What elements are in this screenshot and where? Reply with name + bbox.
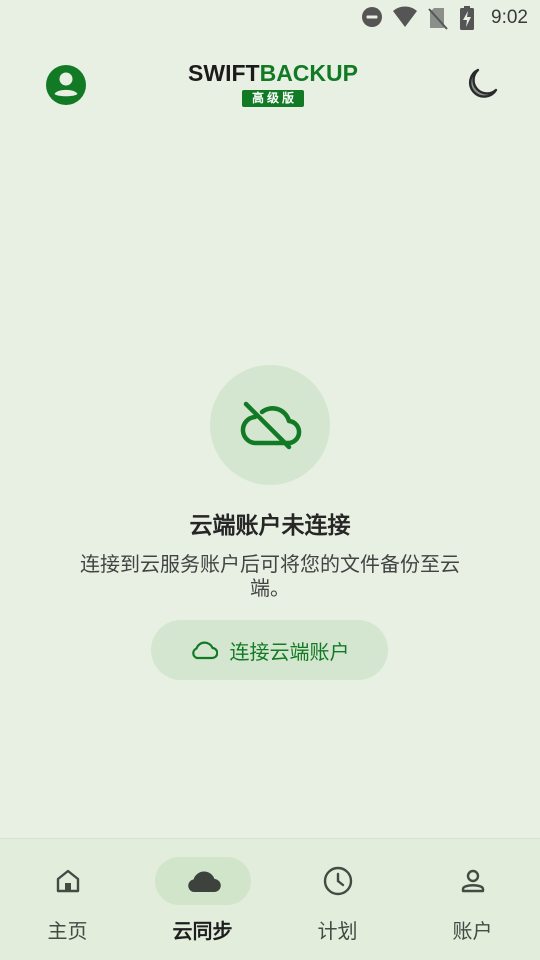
premium-badge: 高级版 [241, 90, 304, 107]
account-circle-icon [46, 65, 86, 105]
do-not-disturb-icon [361, 6, 383, 32]
empty-state-title: 云端账户未连接 [189, 513, 351, 539]
clock-icon [323, 866, 352, 896]
status-bar: 9:02 [0, 0, 540, 36]
bottom-navigation: 主页 云同步 计划 账户 [0, 838, 540, 960]
status-time: 9:02 [491, 7, 528, 28]
home-icon [56, 869, 79, 893]
nav-item-home[interactable]: 主页 [0, 839, 135, 960]
cloud-off-illustration [210, 365, 330, 485]
connect-cloud-account-button[interactable]: 连接云端账户 [151, 620, 388, 680]
theme-toggle-button[interactable] [462, 64, 502, 104]
cloud-outline-icon [191, 641, 218, 660]
nav-item-cloud-sync[interactable]: 云同步 [135, 839, 270, 960]
nav-item-account[interactable]: 账户 [405, 839, 540, 960]
nav-label-home: 主页 [47, 919, 88, 943]
app-logo: SWIFTBACKUP 高级版 [186, 60, 360, 107]
nav-label-account: 账户 [452, 919, 493, 943]
app-bar: SWIFTBACKUP 高级版 [0, 52, 540, 116]
wifi-icon [392, 6, 418, 32]
logo-backup: BACKUP [259, 60, 358, 86]
cloud-off-icon [240, 401, 302, 450]
account-button[interactable] [44, 63, 88, 107]
logo-swift: SWIFT [188, 60, 260, 86]
nav-label-schedule: 计划 [317, 919, 358, 943]
connect-button-label: 连接云端账户 [229, 639, 350, 664]
nav-label-cloud-sync: 云同步 [172, 919, 233, 943]
no-sim-icon [428, 6, 448, 34]
empty-state-description: 连接到云服务账户后可将您的文件备份至云端。 [80, 552, 460, 600]
cloud-icon [187, 871, 221, 893]
dark-mode-moon-icon [468, 68, 498, 98]
person-icon [461, 869, 484, 893]
nav-item-schedule[interactable]: 计划 [270, 839, 405, 960]
battery-charging-icon [459, 6, 475, 34]
